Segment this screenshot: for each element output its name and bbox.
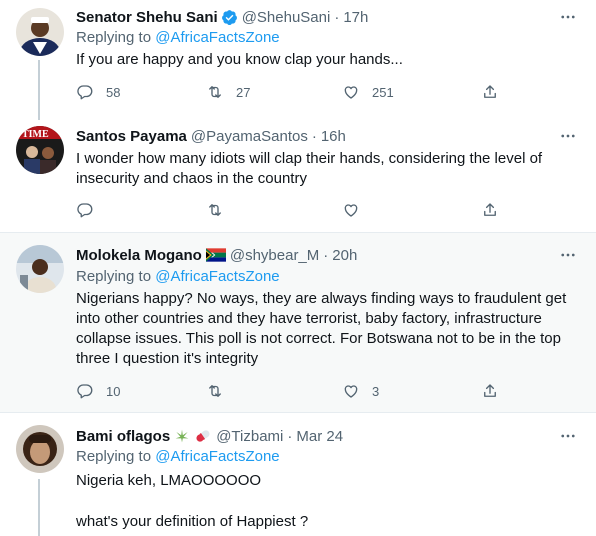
tweet-text-line-2: what's your definition of Happiest ? bbox=[76, 513, 309, 530]
like-icon bbox=[344, 385, 358, 398]
author-name[interactable]: Senator Shehu Sani bbox=[76, 9, 218, 26]
tweet-header: Santos Payama @PayamaSantos · 16h bbox=[76, 126, 346, 146]
replying-to: Replying to @AfricaFactsZone bbox=[76, 448, 280, 465]
retweet-button[interactable] bbox=[206, 200, 236, 220]
tweet-timestamp[interactable]: 20h bbox=[332, 247, 357, 264]
tweet-actions bbox=[76, 200, 506, 220]
reply-count: 10 bbox=[106, 383, 121, 399]
tweet-shehu-sani[interactable]: Senator Shehu Sani @ShehuSani · 17h Repl… bbox=[0, 0, 596, 120]
separator-dot: · bbox=[334, 8, 340, 26]
avatar-molokela-mogano[interactable] bbox=[16, 245, 64, 293]
share-button[interactable] bbox=[481, 381, 499, 401]
tweet-molokela-mogano[interactable]: Molokela Mogano @shybear_M · 20h Replyin… bbox=[0, 233, 596, 413]
author-name[interactable]: Molokela Mogano bbox=[76, 247, 202, 264]
avatar-shehu-sani[interactable] bbox=[16, 8, 64, 56]
like-button[interactable] bbox=[342, 200, 372, 220]
reply-count: 58 bbox=[106, 84, 121, 100]
author-handle[interactable]: @Tizbami bbox=[216, 428, 283, 445]
tweet-text: Nigerians happy? No ways, they are alway… bbox=[76, 290, 567, 367]
tweet-header: Bami oflagos @Tizbami · Mar 24 bbox=[76, 426, 343, 446]
separator-dot: · bbox=[287, 427, 293, 445]
tweet-timestamp[interactable]: 16h bbox=[321, 128, 346, 145]
replying-to: Replying to @AfricaFactsZone bbox=[76, 29, 280, 46]
tweet-text: I wonder how many idiots will clap their… bbox=[76, 150, 543, 187]
south-africa-flag-icon bbox=[205, 248, 226, 262]
author-name[interactable]: Bami oflagos bbox=[76, 428, 170, 445]
like-button[interactable]: 3 bbox=[342, 381, 379, 401]
like-icon bbox=[344, 204, 358, 217]
replying-mention-link[interactable]: @AfricaFactsZone bbox=[155, 448, 279, 465]
tweet-actions: 58 27 251 bbox=[76, 82, 506, 102]
reply-icon bbox=[77, 384, 93, 399]
separator-dot: · bbox=[311, 127, 317, 145]
like-button[interactable]: 251 bbox=[342, 82, 394, 102]
replying-to: Replying to @AfricaFactsZone bbox=[76, 268, 280, 285]
reply-button[interactable]: 58 bbox=[76, 82, 120, 102]
tweet-header: Molokela Mogano @shybear_M · 20h bbox=[76, 245, 357, 265]
reply-button[interactable] bbox=[76, 200, 106, 220]
replying-mention-link[interactable]: @AfricaFactsZone bbox=[155, 268, 279, 285]
replying-mention-link[interactable]: @AfricaFactsZone bbox=[155, 29, 279, 46]
avatar-bami-oflagos[interactable] bbox=[16, 425, 64, 473]
like-icon bbox=[344, 86, 358, 99]
tweet-header: Senator Shehu Sani @ShehuSani · 17h bbox=[76, 7, 368, 27]
author-handle[interactable]: @ShehuSani bbox=[242, 9, 331, 26]
tweet-timestamp[interactable]: Mar 24 bbox=[296, 428, 343, 445]
verified-badge-icon bbox=[221, 9, 238, 26]
avatar-santos-payama[interactable]: TIME bbox=[16, 126, 64, 174]
share-button[interactable] bbox=[481, 82, 499, 102]
tweet-actions: 10 3 bbox=[76, 381, 506, 401]
leaf-emoji-icon bbox=[174, 428, 190, 444]
share-icon bbox=[484, 384, 496, 397]
tweet-text: If you are happy and you know clap your … bbox=[76, 51, 403, 68]
more-icon[interactable] bbox=[558, 7, 578, 27]
reply-icon bbox=[77, 85, 93, 100]
reply-icon bbox=[77, 203, 93, 218]
pill-emoji-icon bbox=[194, 428, 212, 444]
more-icon[interactable] bbox=[558, 245, 578, 265]
tweet-text-line-1: Nigeria keh, LMAOOOOOO bbox=[76, 472, 262, 489]
thread-connector-line bbox=[38, 479, 40, 536]
like-count: 3 bbox=[372, 383, 380, 399]
author-name[interactable]: Santos Payama bbox=[76, 128, 187, 145]
retweet-button[interactable] bbox=[206, 381, 236, 401]
share-button[interactable] bbox=[481, 200, 499, 220]
retweet-icon bbox=[209, 86, 221, 98]
more-icon[interactable] bbox=[558, 126, 578, 146]
author-handle[interactable]: @shybear_M bbox=[230, 247, 319, 264]
more-icon[interactable] bbox=[558, 426, 578, 446]
svg-text:TIME: TIME bbox=[22, 129, 49, 140]
like-count: 251 bbox=[372, 84, 394, 100]
replying-prefix: Replying to bbox=[76, 268, 156, 285]
tweet-timestamp[interactable]: 17h bbox=[343, 9, 368, 26]
author-handle[interactable]: @PayamaSantos bbox=[191, 128, 308, 145]
reply-button[interactable]: 10 bbox=[76, 381, 120, 401]
retweet-icon bbox=[209, 385, 221, 397]
retweet-count: 27 bbox=[236, 84, 251, 100]
share-icon bbox=[484, 85, 496, 98]
retweet-button[interactable]: 27 bbox=[206, 82, 250, 102]
separator-dot: · bbox=[323, 246, 329, 264]
replying-prefix: Replying to bbox=[76, 448, 156, 465]
replying-prefix: Replying to bbox=[76, 29, 156, 46]
tweet-bami-oflagos[interactable]: Bami oflagos @Tizbami · Mar 24 Replying … bbox=[0, 413, 596, 536]
retweet-icon bbox=[209, 204, 221, 216]
thread-connector-line bbox=[38, 60, 40, 120]
share-icon bbox=[484, 203, 496, 216]
tweet-santos-payama[interactable]: TIME Santos Payama @PayamaSantos · 16h I… bbox=[0, 116, 596, 233]
